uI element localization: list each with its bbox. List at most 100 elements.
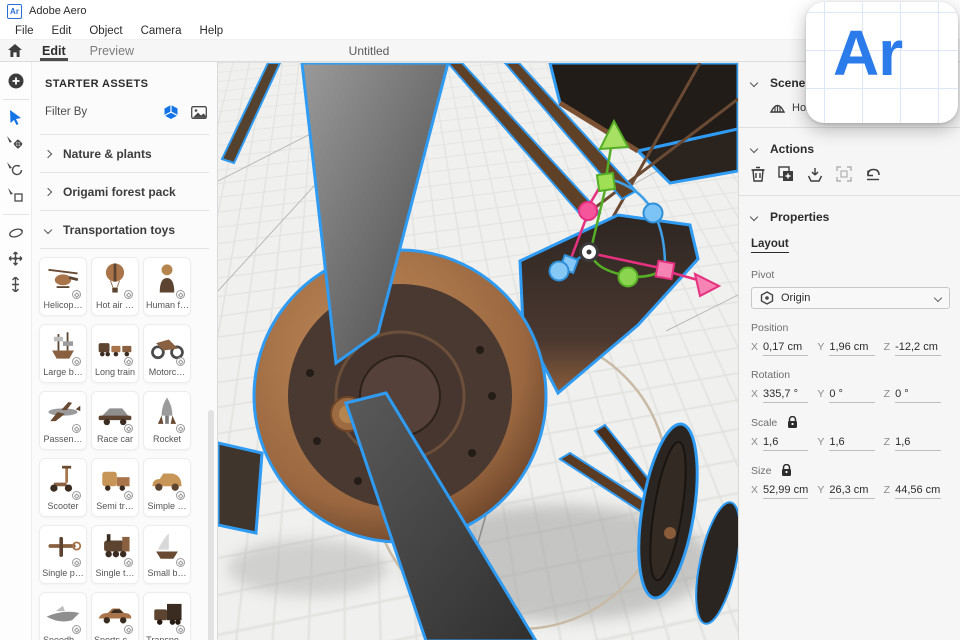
horizontal-surface-icon xyxy=(770,104,785,113)
add-asset-button[interactable] xyxy=(3,68,29,93)
gizmo-y-knob[interactable] xyxy=(617,266,639,288)
undo-button[interactable] xyxy=(865,167,881,182)
axis-value[interactable]: 1,96 cm xyxy=(829,341,875,356)
3d-viewport[interactable] xyxy=(218,62,738,640)
import-button[interactable] xyxy=(807,167,823,182)
gizmo-x-knob[interactable] xyxy=(578,201,598,221)
home-icon xyxy=(8,44,22,57)
asset-card[interactable]: Rocket xyxy=(143,391,191,450)
axis-field[interactable]: X 0,17 cm xyxy=(751,341,809,356)
asset-card[interactable]: Sports c… xyxy=(91,592,139,640)
drop-to-surface-button[interactable] xyxy=(3,272,29,297)
axis-field[interactable]: X 1,6 xyxy=(751,436,809,451)
asset-card[interactable]: Single p… xyxy=(39,525,87,584)
axis-field[interactable]: Y 1,96 cm xyxy=(817,341,875,356)
gizmo-rotate-knob[interactable] xyxy=(642,202,664,224)
asset-card[interactable]: Passen… xyxy=(39,391,87,450)
home-button[interactable] xyxy=(0,40,30,61)
mode-tab[interactable]: Edit xyxy=(30,40,78,61)
axis-field[interactable]: Y 26,3 cm xyxy=(817,484,875,499)
asset-card[interactable]: Speedb… xyxy=(39,592,87,640)
lower-wing[interactable] xyxy=(218,441,264,535)
gizmo-x-handle[interactable] xyxy=(654,259,676,281)
asset-card[interactable]: Semi tr… xyxy=(91,458,139,517)
fit-button[interactable] xyxy=(836,166,852,182)
scale-tool-button[interactable] xyxy=(3,183,29,208)
asset-label: Transpo… xyxy=(146,635,188,640)
menu-item[interactable]: Edit xyxy=(43,25,81,37)
filter-image-button[interactable] xyxy=(191,105,207,119)
category-label: Nature & plants xyxy=(63,146,152,161)
lock-icon[interactable] xyxy=(787,416,798,429)
axis-value[interactable]: 1,6 xyxy=(895,436,941,451)
asset-category[interactable]: Origami forest pack xyxy=(32,173,217,210)
asset-card[interactable]: Single t… xyxy=(91,525,139,584)
asset-card[interactable]: Scooter xyxy=(39,458,87,517)
asset-category[interactable]: Transportation toys xyxy=(32,211,217,248)
asset-card[interactable]: Human f… xyxy=(143,257,191,316)
3d-badge-icon xyxy=(72,491,81,500)
properties-section-header[interactable]: Properties xyxy=(739,196,960,224)
gizmo-x-arrow[interactable] xyxy=(693,272,722,298)
menu-item[interactable]: Camera xyxy=(132,25,191,37)
fuselage[interactable] xyxy=(518,213,700,396)
mode-tab[interactable]: Preview xyxy=(78,40,146,61)
asset-card[interactable]: Hot air … xyxy=(91,257,139,316)
axis-field[interactable]: Z 1,6 xyxy=(884,436,941,451)
axis-value[interactable]: 26,3 cm xyxy=(829,484,875,499)
menu-item[interactable]: File xyxy=(6,25,43,37)
delete-button[interactable] xyxy=(751,166,765,182)
axis-value[interactable]: 0,17 cm xyxy=(763,341,809,356)
asset-card[interactable]: Transpo… xyxy=(143,592,191,640)
axis-field[interactable]: Z 44,56 cm xyxy=(884,484,941,499)
duplicate-button[interactable] xyxy=(778,166,794,182)
axis-value[interactable]: 44,56 cm xyxy=(895,484,941,499)
rotate-tool-button[interactable] xyxy=(3,157,29,182)
asset-category[interactable]: Nature & plants xyxy=(32,135,217,172)
asset-card[interactable]: Motorc… xyxy=(143,324,191,383)
undo-arrow-icon xyxy=(867,168,880,180)
assets-scrollbar[interactable] xyxy=(208,410,214,640)
asset-card[interactable]: Small b… xyxy=(143,525,191,584)
lock-icon[interactable] xyxy=(781,464,792,477)
menu-item[interactable]: Object xyxy=(80,25,131,37)
asset-label: Single p… xyxy=(42,568,84,578)
select-tool-button[interactable] xyxy=(3,105,29,130)
layout-tab[interactable]: Layout xyxy=(751,238,789,253)
actions-section-header[interactable]: Actions xyxy=(739,128,960,156)
axis-value[interactable]: 0 ° xyxy=(895,388,941,403)
asset-card[interactable]: Helicop… xyxy=(39,257,87,316)
3d-badge-icon xyxy=(124,558,133,567)
orbit-camera-button[interactable] xyxy=(3,220,29,245)
axis-value[interactable]: 1,6 xyxy=(829,436,875,451)
pan-cross-icon xyxy=(8,251,23,266)
3d-badge-icon xyxy=(176,558,185,567)
pan-camera-button[interactable] xyxy=(3,246,29,271)
3d-badge-icon xyxy=(72,290,81,299)
axis-field[interactable]: X 335,7 ° xyxy=(751,388,809,403)
asset-card[interactable]: Long train xyxy=(91,324,139,383)
gizmo-z-knob[interactable] xyxy=(548,260,570,282)
axis-field[interactable]: X 52,99 cm xyxy=(751,484,809,499)
filter-3d-button[interactable] xyxy=(163,104,179,120)
axis-value[interactable]: 0 ° xyxy=(829,388,875,403)
menu-item[interactable]: Help xyxy=(191,25,233,37)
axis-value[interactable]: 52,99 cm xyxy=(763,484,809,499)
asset-card[interactable]: Simple … xyxy=(143,458,191,517)
download-arrow-icon xyxy=(807,167,823,182)
3d-badge-icon xyxy=(176,357,185,366)
gizmo-y-handle[interactable] xyxy=(595,171,617,193)
axis-field[interactable]: Y 0 ° xyxy=(817,388,875,403)
axis-value[interactable]: -12,2 cm xyxy=(895,341,941,356)
axis-field[interactable]: Z -12,2 cm xyxy=(884,341,941,356)
axis-field[interactable]: Z 0 ° xyxy=(884,388,941,403)
axis-field[interactable]: Y 1,6 xyxy=(817,436,875,451)
pivot-dropdown[interactable]: Origin xyxy=(751,287,950,309)
property-group: Rotation X 335,7 ° Y 0 ° Z 0 ° xyxy=(739,369,960,403)
move-tool-button[interactable] xyxy=(3,131,29,156)
axis-value[interactable]: 1,6 xyxy=(763,436,809,451)
axis-value[interactable]: 335,7 ° xyxy=(763,388,809,403)
3d-badge-icon xyxy=(124,290,133,299)
asset-card[interactable]: Race car xyxy=(91,391,139,450)
asset-card[interactable]: Large b… xyxy=(39,324,87,383)
